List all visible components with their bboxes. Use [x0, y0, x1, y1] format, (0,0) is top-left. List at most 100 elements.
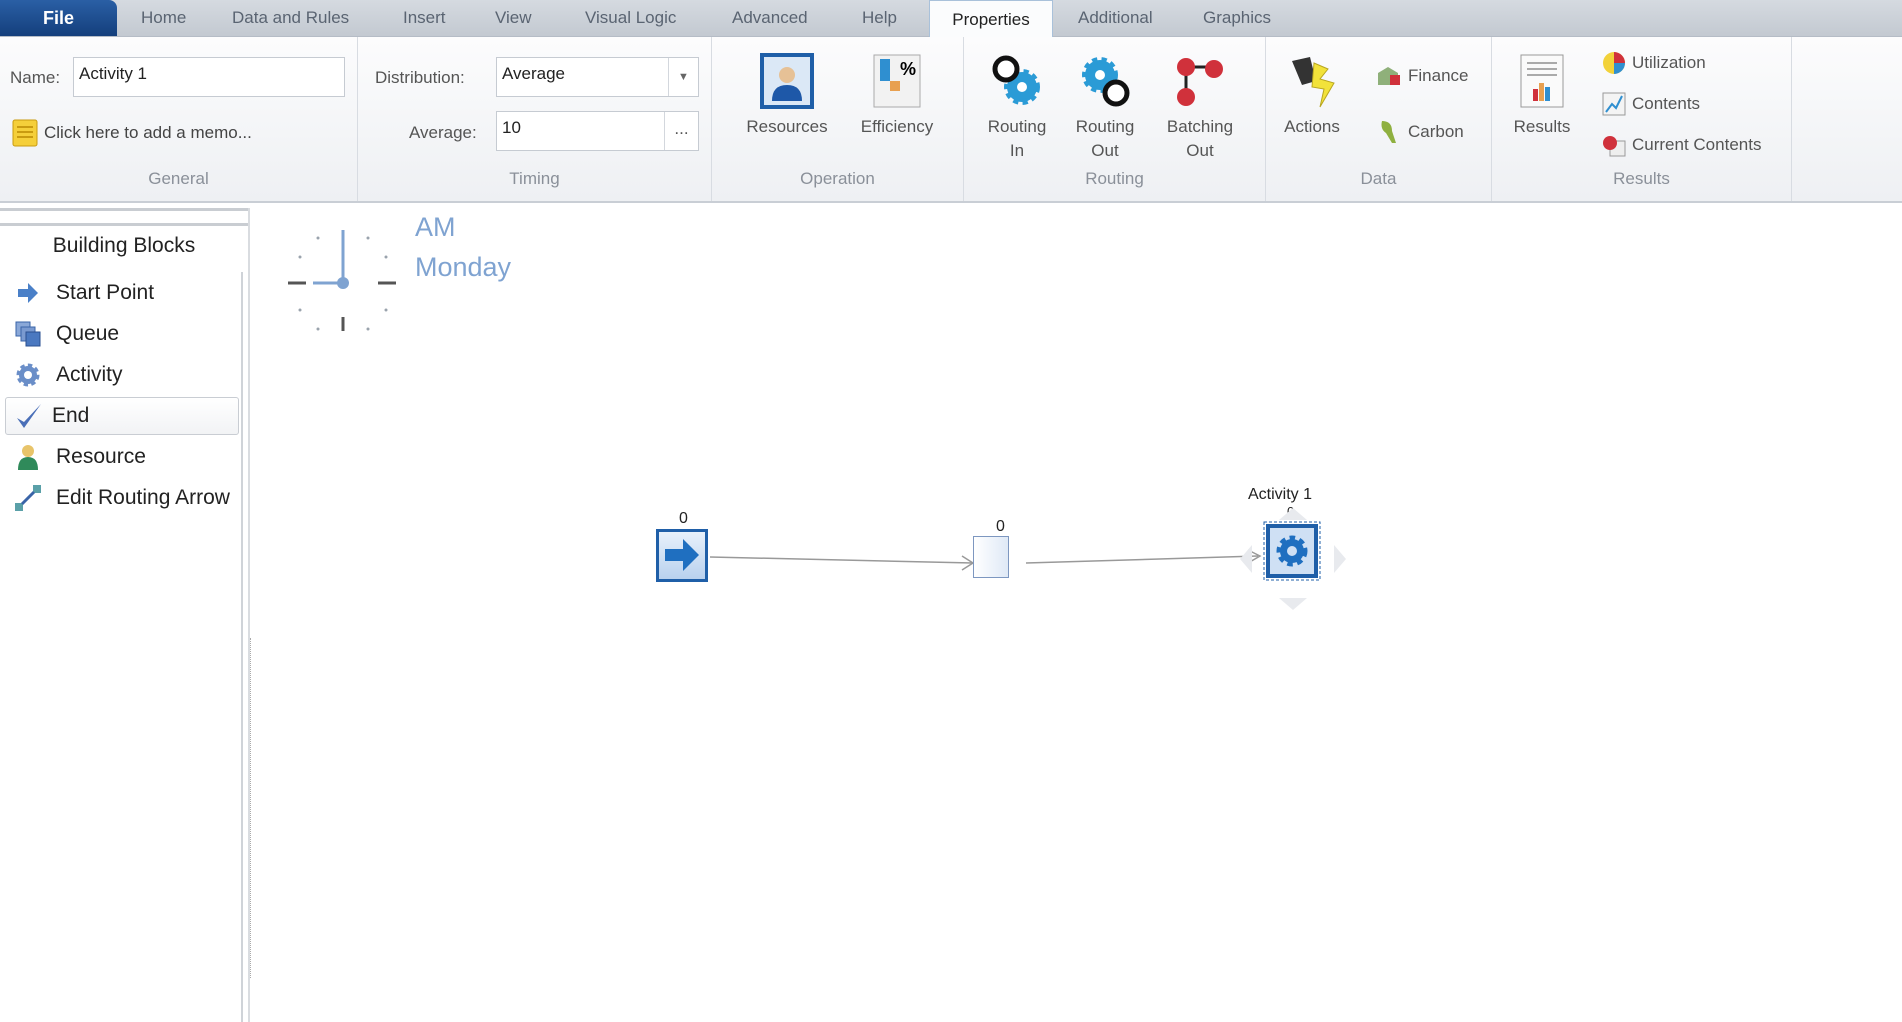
distribution-select[interactable]: Average ▼: [496, 57, 699, 97]
batching-out-label: Batching: [1166, 117, 1234, 136]
routing-out-icon: [1082, 57, 1130, 107]
results-icon: [1520, 54, 1564, 108]
ribbon: Name: Activity 1 Click here to add a mem…: [0, 37, 1902, 203]
current-contents-label: Current Contents: [1632, 135, 1762, 154]
tab-home[interactable]: Home: [141, 8, 186, 28]
average-input[interactable]: 10...: [496, 111, 699, 151]
carbon-icon: [1381, 121, 1396, 143]
efficiency-label: Efficiency: [860, 117, 934, 136]
panel-title: Building Blocks: [52, 234, 196, 257]
arrow-right-icon: [0, 282, 56, 304]
group-label: Operation: [800, 169, 875, 188]
efficiency-icon: %: [873, 54, 921, 108]
tab-view[interactable]: View: [495, 8, 532, 28]
block-label: End: [52, 404, 90, 427]
routing-out-button[interactable]: Routing Out: [1072, 53, 1138, 163]
line-chart-icon: [1602, 92, 1626, 116]
routing-arrow-icon: [0, 484, 56, 512]
block-end[interactable]: End: [5, 397, 239, 435]
tab-help[interactable]: Help: [862, 8, 897, 28]
utilization-button[interactable]: Utilization: [1602, 51, 1706, 75]
panel-header-bar: [0, 208, 248, 226]
building-blocks-panel: Building Blocks Start Point Queue Activi…: [0, 208, 251, 1022]
file-tab[interactable]: File: [0, 0, 117, 36]
tab-advanced[interactable]: Advanced: [732, 8, 808, 28]
batching-out-label-2: Out: [1186, 141, 1214, 160]
average-label: Average:: [409, 123, 477, 142]
svg-text:%: %: [900, 59, 916, 79]
pie-chart-icon: [1603, 52, 1625, 74]
current-contents-icon: [1603, 136, 1626, 157]
routing-in-button[interactable]: Routing In: [984, 53, 1050, 163]
results-button[interactable]: Results: [1506, 53, 1578, 139]
batching-out-button[interactable]: Batching Out: [1160, 53, 1240, 163]
tab-data-and-rules[interactable]: Data and Rules: [232, 8, 349, 28]
routing-out-label: Routing: [1075, 117, 1135, 136]
checkmark-icon: [6, 402, 52, 430]
block-label: Edit Routing Arrow: [56, 486, 230, 509]
tab-visual-logic[interactable]: Visual Logic: [585, 8, 676, 28]
actions-icon: [1292, 57, 1335, 108]
group-general: Name: Activity 1 Click here to add a mem…: [0, 37, 358, 201]
start-count: 0: [679, 510, 688, 527]
more-button[interactable]: ...: [664, 112, 698, 150]
block-label: Resource: [56, 445, 146, 468]
model-canvas[interactable]: AM Monday 0 0 Activity 1 0: [268, 208, 1902, 1022]
activity-node[interactable]: [1238, 504, 1348, 614]
block-resource[interactable]: Resource: [0, 438, 245, 476]
queue-node[interactable]: [973, 536, 1009, 578]
distribution-value: Average: [502, 64, 566, 83]
distribution-label: Distribution:: [375, 68, 465, 87]
group-label: General: [148, 169, 209, 188]
queue-count: 0: [996, 518, 1005, 535]
carbon-label: Carbon: [1408, 122, 1464, 141]
efficiency-button[interactable]: % Efficiency: [852, 53, 942, 139]
person-icon: [0, 443, 56, 471]
block-queue[interactable]: Queue: [0, 315, 245, 353]
name-input[interactable]: Activity 1: [73, 57, 345, 97]
group-data: Actions Finance Carbon Data: [1266, 37, 1492, 201]
group-label: Data: [1360, 169, 1397, 188]
finance-icon: [1378, 67, 1400, 85]
block-label: Activity: [56, 363, 123, 386]
contents-button[interactable]: Contents: [1602, 92, 1700, 116]
gear-icon: [0, 362, 56, 388]
actions-button[interactable]: Actions: [1276, 53, 1348, 139]
resources-button[interactable]: Resources: [737, 53, 837, 139]
routing-in-label: Routing: [987, 117, 1047, 136]
name-label: Name:: [10, 68, 61, 87]
block-label: Queue: [56, 322, 120, 345]
chevron-down-icon[interactable]: ▼: [668, 58, 698, 96]
start-point-node[interactable]: [656, 529, 708, 582]
arrow-right-icon: [665, 539, 699, 571]
block-start-point[interactable]: Start Point: [0, 274, 245, 312]
add-memo-button[interactable]: Click here to add a memo...: [12, 119, 252, 147]
block-label: Start Point: [56, 281, 155, 304]
routing-arrows: [709, 549, 1262, 571]
tab-graphics[interactable]: Graphics: [1203, 8, 1271, 28]
block-edit-routing-arrow[interactable]: Edit Routing Arrow: [0, 479, 245, 517]
memo-text: Click here to add a memo...: [44, 123, 252, 142]
resources-label: Resources: [746, 117, 828, 136]
utilization-label: Utilization: [1632, 53, 1706, 72]
finance-label: Finance: [1408, 66, 1469, 85]
tab-additional[interactable]: Additional: [1078, 8, 1153, 28]
block-activity[interactable]: Activity: [0, 356, 245, 394]
finance-button[interactable]: Finance: [1376, 65, 1468, 87]
current-contents-button[interactable]: Current Contents: [1602, 133, 1761, 157]
resources-icon: [760, 53, 814, 109]
queue-icon: [0, 321, 56, 347]
group-results: Results Utilization Contents Current Con…: [1492, 37, 1792, 201]
actions-label: Actions: [1284, 117, 1340, 136]
tab-properties[interactable]: Properties: [929, 0, 1053, 38]
tab-insert[interactable]: Insert: [403, 8, 446, 28]
memo-icon: [12, 119, 38, 147]
panel-splitter[interactable]: [250, 638, 260, 978]
average-value: 10: [502, 118, 521, 137]
activity-label: Activity 1: [1248, 486, 1313, 503]
contents-label: Contents: [1632, 94, 1701, 113]
carbon-button[interactable]: Carbon: [1376, 119, 1464, 145]
routing-in-label-2: In: [1009, 141, 1025, 160]
results-label: Results: [1513, 117, 1571, 136]
routing-in-icon: [992, 55, 1040, 105]
